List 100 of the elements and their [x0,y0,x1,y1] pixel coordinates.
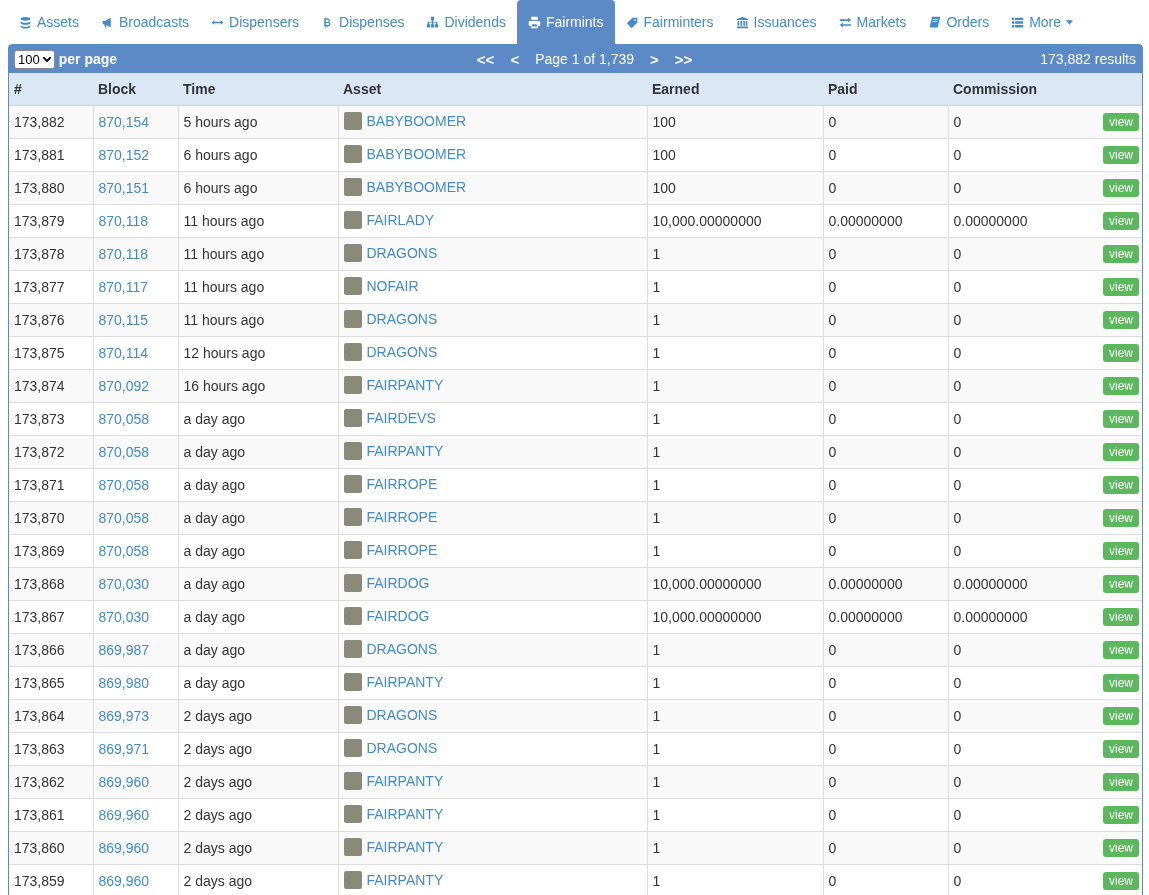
view-button[interactable]: view [1103,575,1139,593]
asset-link[interactable]: BABYBOOMER [366,178,467,195]
view-button[interactable]: view [1103,146,1139,164]
table-cell: 0 [823,171,948,205]
table-cell: 5 hours ago [178,105,338,139]
block-link[interactable]: 870,154 [98,114,150,130]
table-cell: 0 [823,369,948,403]
block-link[interactable]: 870,118 [98,213,149,229]
asset-link[interactable]: FAIRPANTY [366,772,444,789]
nav-tab[interactable]: Issuances [724,0,828,44]
view-button[interactable]: view [1103,377,1139,395]
view-button[interactable]: view [1103,113,1139,131]
view-button[interactable]: view [1103,212,1139,230]
block-link[interactable]: 870,115 [98,312,149,328]
asset-link[interactable]: FAIRROPE [366,541,438,558]
table-cell: 0 [823,864,948,895]
table-cell: 0 [948,765,1094,799]
nav-tab[interactable]: Fairmints [516,0,615,44]
view-button[interactable]: view [1103,839,1139,857]
block-link[interactable]: 870,030 [98,609,150,625]
block-link[interactable]: 869,960 [98,840,150,856]
asset-link[interactable]: FAIRPANTY [366,805,444,822]
asset-link[interactable]: DRAGONS [366,739,438,756]
block-link[interactable]: 870,118 [98,246,149,262]
asset-link[interactable]: FAIRROPE [366,508,438,525]
block-link[interactable]: 870,030 [98,576,150,592]
asset-link[interactable]: NOFAIR [366,277,419,294]
first-page-button[interactable]: << [470,50,501,68]
block-link[interactable]: 870,092 [98,378,150,394]
asset-link[interactable]: BABYBOOMER [366,112,467,129]
view-button[interactable]: view [1103,344,1139,362]
asset-link[interactable]: BABYBOOMER [366,145,467,162]
block-link[interactable]: 870,151 [98,180,150,196]
table-cell: 173,866 [9,633,93,667]
view-button[interactable]: view [1103,410,1139,428]
view-button[interactable]: view [1103,773,1139,791]
asset-link[interactable]: DRAGONS [366,310,438,327]
nav-tab[interactable]: Assets [8,0,90,44]
block-link[interactable]: 870,114 [98,345,149,361]
block-link[interactable]: 870,152 [98,147,150,163]
table-cell: 0 [948,336,1094,370]
view-button[interactable]: view [1103,641,1139,659]
asset-link[interactable]: FAIRDEVS [366,409,436,426]
block-link[interactable]: 869,971 [98,741,150,757]
block-link[interactable]: 869,973 [98,708,150,724]
block-link[interactable]: 869,960 [98,807,150,823]
block-link[interactable]: 870,058 [98,543,150,559]
nav-tab[interactable]: More [1000,0,1085,44]
nav-tab[interactable]: Broadcasts [90,0,201,44]
asset-link[interactable]: DRAGONS [366,343,438,360]
asset-link[interactable]: FAIRPANTY [366,871,444,888]
table-cell: 173,862 [9,765,93,799]
asset-link[interactable]: DRAGONS [366,244,438,261]
block-link[interactable]: 869,987 [98,642,150,658]
table-cell: 1 [647,798,823,832]
asset-link[interactable]: FAIRPANTY [366,673,444,690]
asset-link[interactable]: FAIRPANTY [366,838,444,855]
view-button[interactable]: view [1103,245,1139,263]
view-button[interactable]: view [1103,476,1139,494]
asset-thumbnail [343,771,362,790]
block-link[interactable]: 870,058 [98,510,150,526]
view-button[interactable]: view [1103,179,1139,197]
view-button[interactable]: view [1103,740,1139,758]
block-link[interactable]: 869,960 [98,873,150,889]
nav-tab[interactable]: Fairminters [614,0,725,44]
view-button[interactable]: view [1103,509,1139,527]
nav-tab[interactable]: Dividends [415,0,517,44]
block-link[interactable]: 869,980 [98,675,150,691]
view-button[interactable]: view [1103,872,1139,890]
asset-link[interactable]: FAIRPANTY [366,442,444,459]
block-link[interactable]: 870,058 [98,411,150,427]
table-cell: 1 [647,369,823,403]
view-button[interactable]: view [1103,674,1139,692]
nav-tab[interactable]: Orders [917,0,1001,44]
asset-link[interactable]: FAIRDOG [366,607,430,624]
view-button[interactable]: view [1103,608,1139,626]
asset-link[interactable]: FAIRLADY [366,211,435,228]
next-page-button[interactable]: > [644,50,665,68]
nav-tab[interactable]: Markets [827,0,918,44]
page-size-select[interactable]: 100 [14,49,55,69]
asset-link[interactable]: FAIRDOG [366,574,430,591]
table-cell: 173,872 [9,435,93,469]
block-link[interactable]: 870,117 [98,279,149,295]
asset-link[interactable]: FAIRROPE [366,475,438,492]
view-button[interactable]: view [1103,278,1139,296]
block-link[interactable]: 870,058 [98,444,150,460]
block-link[interactable]: 869,960 [98,774,150,790]
nav-tab[interactable]: Dispenses [310,0,416,44]
asset-link[interactable]: DRAGONS [366,706,438,723]
view-button[interactable]: view [1103,806,1139,824]
nav-tab[interactable]: Dispensers [200,0,311,44]
view-button[interactable]: view [1103,443,1139,461]
last-page-button[interactable]: >> [668,50,699,68]
asset-link[interactable]: FAIRPANTY [366,376,444,393]
view-button[interactable]: view [1103,542,1139,560]
previous-page-button[interactable]: < [504,50,526,68]
view-button[interactable]: view [1103,311,1139,329]
asset-link[interactable]: DRAGONS [366,640,438,657]
view-button[interactable]: view [1103,707,1139,725]
block-link[interactable]: 870,058 [98,477,150,493]
